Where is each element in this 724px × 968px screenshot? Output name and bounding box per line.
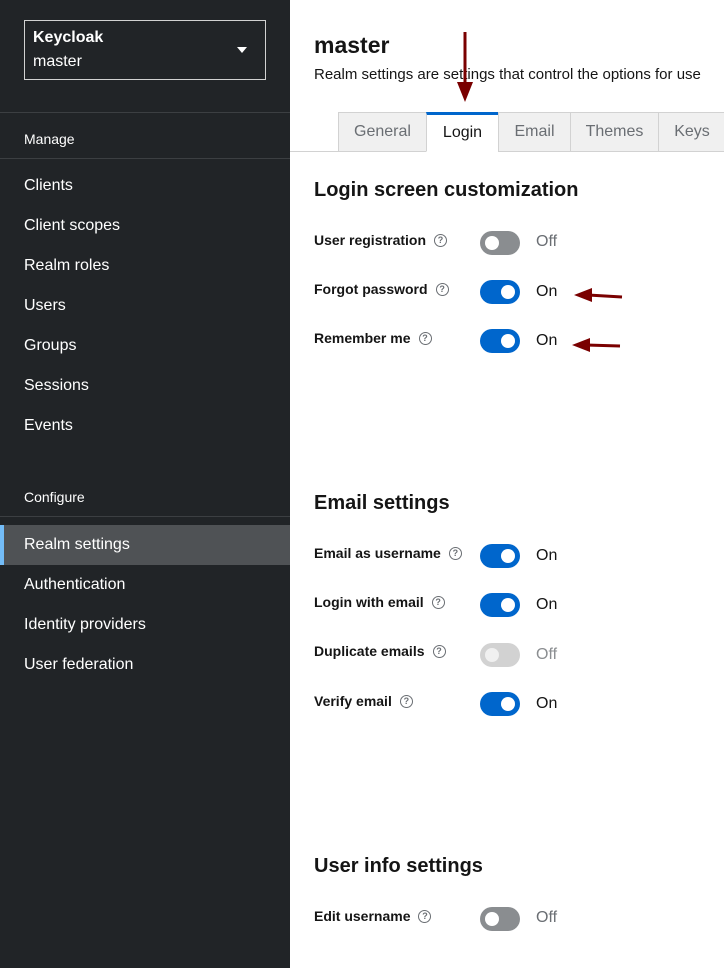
sidebar-item-clients[interactable]: Clients (0, 166, 290, 206)
login-with-email-state: On (536, 596, 558, 613)
switch-knob (501, 549, 515, 563)
field-label-user-registration: User registration? (314, 232, 448, 248)
sidebar-item-user-federation[interactable]: User federation (0, 645, 290, 685)
field-label-remember-me: Remember me? (314, 330, 432, 346)
sidebar-item-realm-roles[interactable]: Realm roles (0, 246, 290, 286)
switch-knob (485, 648, 499, 662)
edit-username-switch[interactable] (480, 907, 520, 931)
edit-username-state: Off (536, 909, 558, 926)
duplicate-emails-switch (480, 643, 520, 667)
switch-knob (501, 598, 515, 612)
realm-selector[interactable]: Keycloak master (24, 20, 266, 80)
email-as-username-switch[interactable] (480, 544, 520, 568)
sidebar-item-realm-settings[interactable]: Realm settings (0, 525, 290, 565)
tab-login[interactable]: Login (426, 112, 499, 152)
verify-email-state: On (536, 695, 558, 712)
help-icon[interactable]: ? (431, 595, 445, 609)
sidebar-item-authentication[interactable]: Authentication (0, 565, 290, 605)
annotation-arrow-left-icon (574, 288, 623, 302)
user-registration-switch[interactable] (480, 231, 520, 255)
sidebar-heading-configure: Configure (24, 489, 85, 505)
help-icon[interactable]: ? (432, 644, 446, 658)
login-with-email-switch[interactable] (480, 593, 520, 617)
help-icon[interactable]: ? (418, 909, 432, 923)
help-icon[interactable]: ? (434, 233, 448, 247)
section-title-email: Email settings (314, 492, 450, 514)
caret-down-icon (237, 47, 247, 53)
sidebar-divider (0, 516, 290, 517)
sidebar-item-identity-providers[interactable]: Identity providers (0, 605, 290, 645)
field-label-duplicate-emails: Duplicate emails? (314, 643, 446, 659)
page-description: Realm settings are settings that control… (314, 66, 701, 83)
remember-me-switch[interactable] (480, 329, 520, 353)
help-icon[interactable]: ? (399, 694, 413, 708)
tab-email[interactable]: Email (498, 112, 571, 152)
email-as-username-state: On (536, 547, 558, 564)
sidebar-item-events[interactable]: Events (0, 406, 290, 446)
tab-keys[interactable]: Keys (658, 112, 724, 152)
field-label-verify-email: Verify email? (314, 693, 413, 709)
help-icon[interactable]: ? (418, 331, 432, 345)
section-title-login: Login screen customization (314, 179, 579, 201)
sidebar-item-client-scopes[interactable]: Client scopes (0, 206, 290, 246)
sidebar-divider (0, 158, 290, 159)
verify-email-switch[interactable] (480, 692, 520, 716)
help-icon[interactable]: ? (448, 546, 462, 560)
help-icon[interactable]: ? (435, 282, 449, 296)
page-title: master (314, 32, 390, 58)
sidebar-item-users[interactable]: Users (0, 286, 290, 326)
field-label-login-with-email: Login with email? (314, 594, 445, 610)
field-label-edit-username: Edit username? (314, 908, 432, 924)
switch-knob (485, 912, 499, 926)
switch-knob (485, 236, 499, 250)
switch-knob (501, 697, 515, 711)
tab-general[interactable]: General (338, 112, 427, 152)
sidebar-item-groups[interactable]: Groups (0, 326, 290, 366)
field-label-forgot-password: Forgot password? (314, 281, 449, 297)
sidebar-divider (0, 112, 290, 113)
sidebar-heading-manage: Manage (24, 131, 75, 147)
forgot-password-state: On (536, 283, 558, 300)
section-title-user-info: User info settings (314, 855, 483, 877)
sidebar-item-sessions[interactable]: Sessions (0, 366, 290, 406)
app-name: Keycloak (33, 29, 104, 46)
forgot-password-switch[interactable] (480, 280, 520, 304)
annotation-arrow-left-icon (572, 338, 621, 352)
switch-knob (501, 334, 515, 348)
field-label-email-as-username: Email as username? (314, 545, 462, 561)
current-realm: master (33, 53, 82, 70)
remember-me-state: On (536, 332, 558, 349)
sidebar: Keycloak master Manage Clients Client sc… (0, 0, 290, 968)
switch-knob (501, 285, 515, 299)
duplicate-emails-state: Off (536, 646, 558, 663)
main-content: master Realm settings are settings that … (290, 0, 724, 968)
tab-themes[interactable]: Themes (570, 112, 659, 152)
user-registration-state: Off (536, 233, 558, 250)
